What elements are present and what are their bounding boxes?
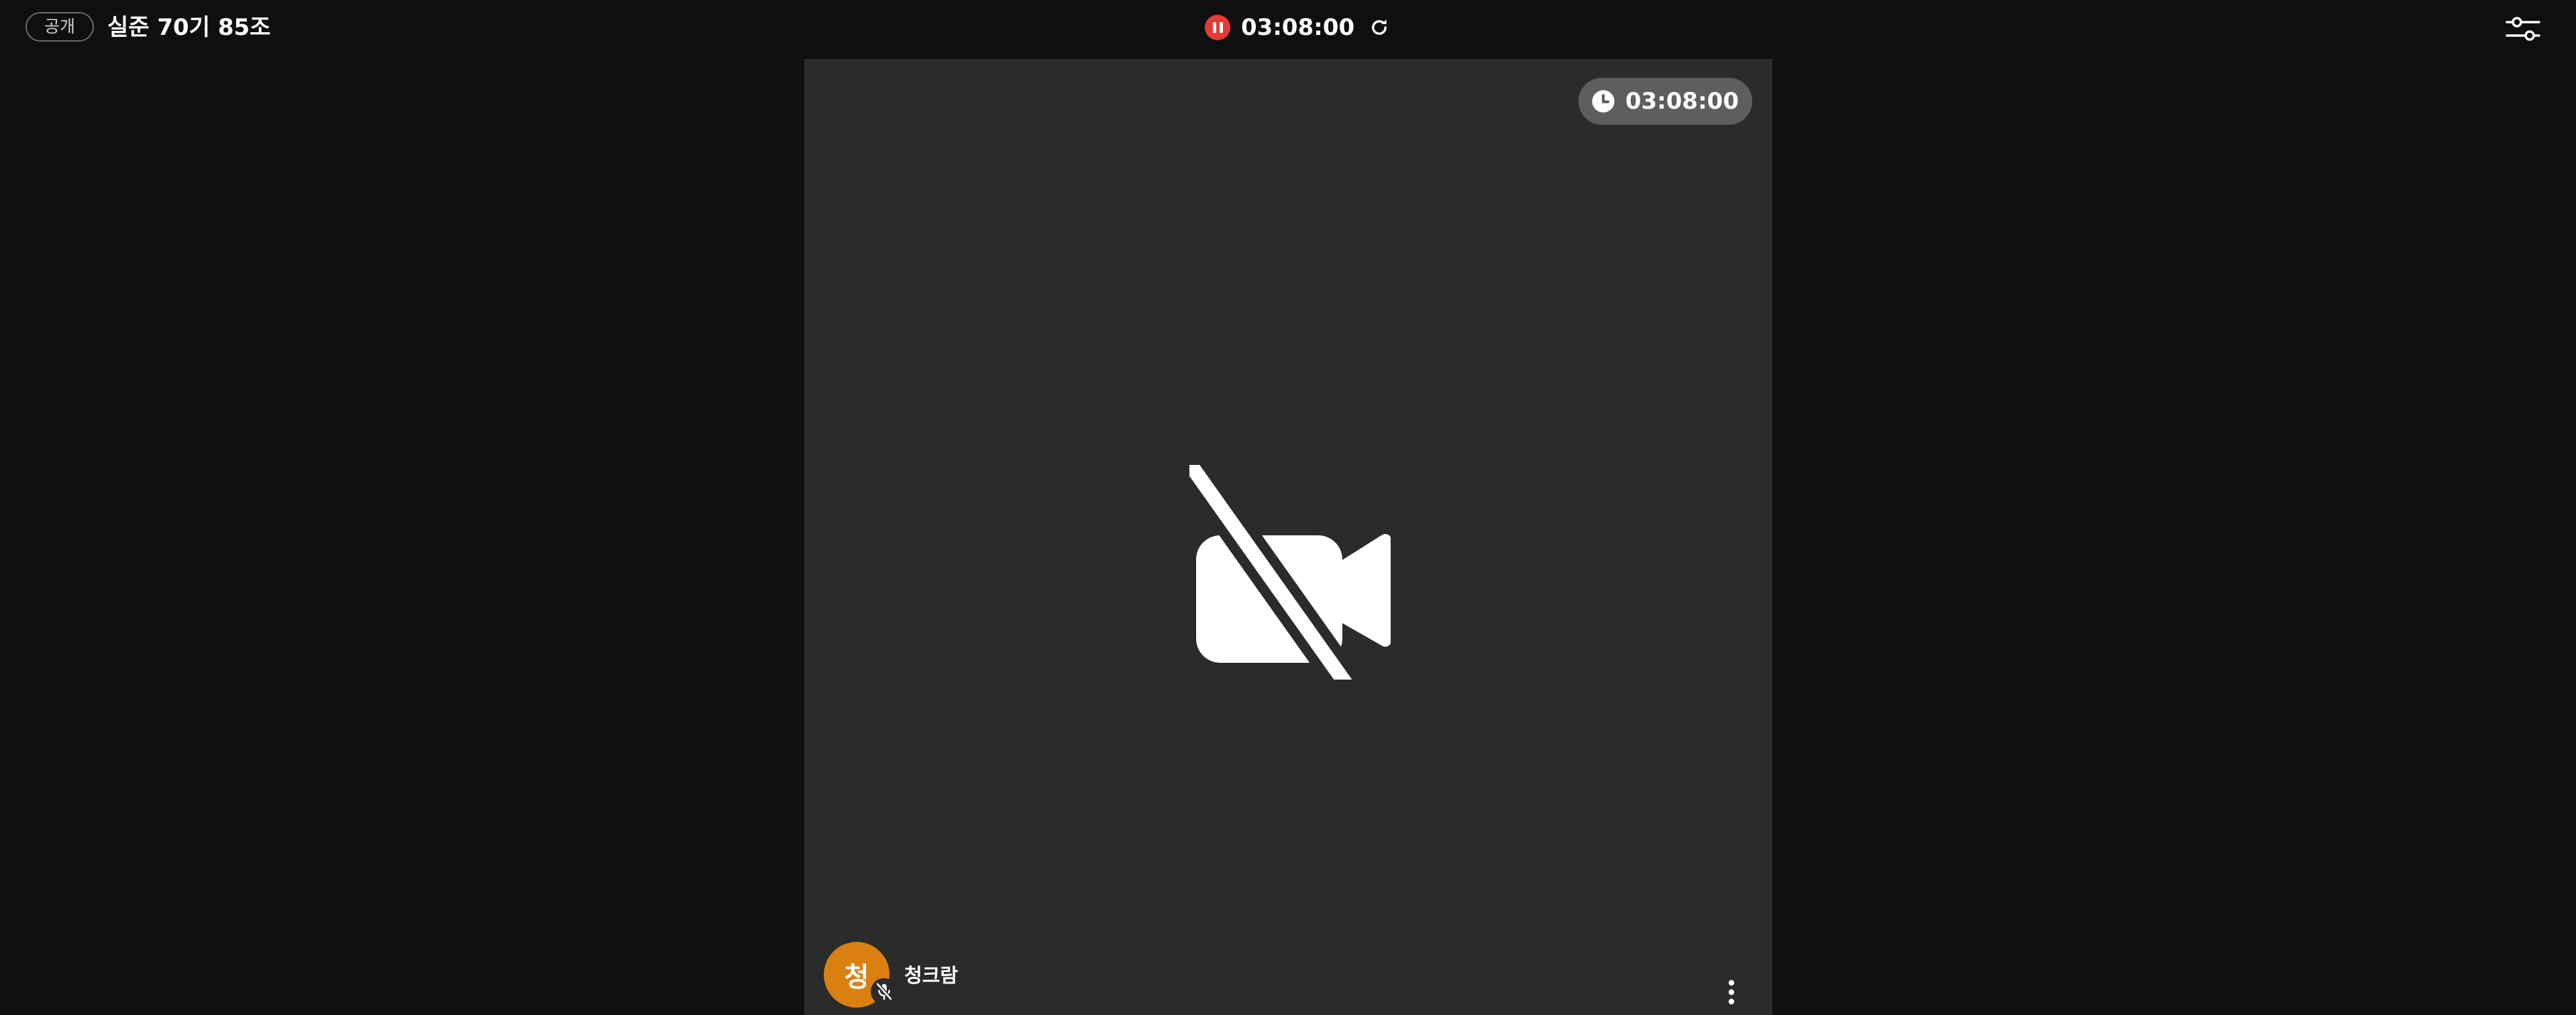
more-vertical-icon xyxy=(1728,979,1735,1005)
tile-timer-badge: 03:08:00 xyxy=(1578,78,1752,125)
video-tile[interactable]: 03:08:00 청 청크람 xyxy=(804,59,1772,1015)
tile-timer-text: 03:08:00 xyxy=(1625,88,1739,115)
pause-icon xyxy=(1212,22,1216,33)
refresh-icon xyxy=(1372,19,1387,35)
recording-time: 03:08:00 xyxy=(1241,14,1355,41)
refresh-button[interactable] xyxy=(1366,15,1392,40)
pause-recording-button[interactable] xyxy=(1205,15,1230,40)
settings-button[interactable] xyxy=(2505,11,2541,47)
video-off-icon xyxy=(1189,465,1391,680)
visibility-badge: 공개 xyxy=(25,12,94,42)
participant-name: 청크람 xyxy=(904,964,959,987)
clock-icon xyxy=(1592,90,1615,113)
sliders-icon xyxy=(2506,17,2540,41)
top-bar: 공개 실준 70기 85조 03:08:00 xyxy=(0,0,2576,58)
room-title: 실준 70기 85조 xyxy=(107,14,271,41)
mic-off-icon xyxy=(875,981,893,1002)
more-options-button[interactable] xyxy=(1718,975,1745,1009)
mic-off-badge xyxy=(871,978,898,1005)
recording-status: 03:08:00 xyxy=(1205,10,1392,45)
